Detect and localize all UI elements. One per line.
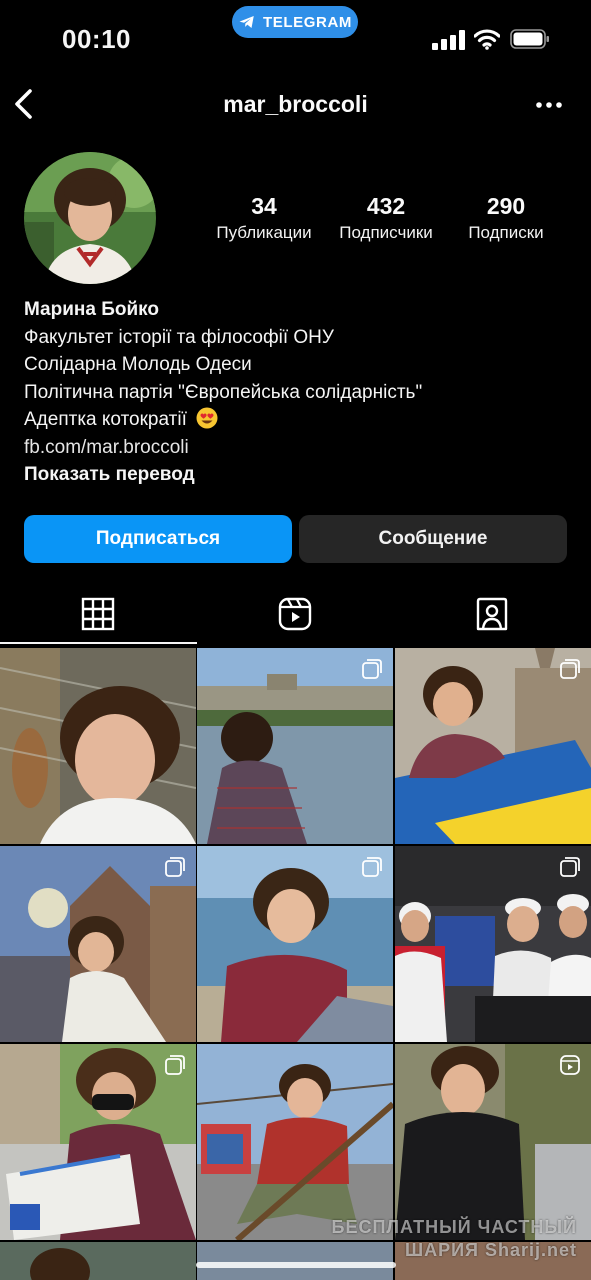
reels-icon[interactable] — [277, 596, 313, 632]
home-indicator[interactable] — [196, 1262, 396, 1268]
post-thumbnail[interactable] — [0, 846, 196, 1042]
battery-icon — [510, 29, 549, 49]
multiple-icon — [362, 659, 382, 679]
multiple-icon — [165, 1055, 185, 1075]
post-thumbnail[interactable] — [395, 846, 591, 1042]
profile-bio: Марина Бойко Факультет історії та філосо… — [24, 296, 574, 489]
reels-icon — [560, 1055, 580, 1075]
telegram-return-pill[interactable]: TELEGRAM — [232, 6, 358, 38]
followers-count-label: Подписчики — [339, 223, 433, 242]
profile-full-name: Марина Бойко — [24, 299, 160, 320]
bio-line: Факультет історії та філософії ОНУ — [24, 326, 334, 348]
profile-tabs — [0, 590, 591, 644]
post-thumbnail[interactable] — [395, 648, 591, 844]
show-translation-link[interactable]: Показать перевод — [24, 461, 574, 489]
posts-count-value: 34 — [251, 193, 277, 219]
profile-stats: 34 Публикации 432 Подписчики 290 Подписк… — [205, 192, 565, 248]
posts-count[interactable]: 34 Публикации — [205, 192, 323, 246]
posts-grid — [0, 648, 591, 1280]
post-thumbnail[interactable] — [0, 648, 196, 844]
more-options-icon[interactable] — [535, 90, 563, 120]
cellular-signal-icon — [432, 30, 465, 50]
status-bar: 00:10 TELEGRAM — [0, 0, 591, 72]
multiple-icon — [560, 659, 580, 679]
followers-count-value: 432 — [366, 193, 406, 219]
followers-count[interactable]: 432 Подписчики — [327, 192, 445, 246]
multiple-icon — [165, 857, 185, 877]
posts-count-label: Публикации — [216, 223, 312, 242]
heart-eyes-emoji-icon — [196, 407, 218, 429]
watermark-line: ШАРИЯ Sharij.net — [405, 1240, 577, 1260]
telegram-pill-label: TELEGRAM — [263, 13, 352, 31]
multiple-icon — [362, 857, 382, 877]
profile-username: mar_broccoli — [223, 91, 368, 117]
clock: 00:10 — [62, 24, 131, 54]
post-thumbnail[interactable] — [395, 1044, 591, 1240]
profile-avatar[interactable] — [24, 152, 156, 284]
following-count-value: 290 — [486, 193, 526, 219]
watermark: БЕСПЛАТНЫЙ ЧАСТНЫЙ ШАРИЯ Sharij.net — [332, 1216, 577, 1262]
following-count-label: Подписки — [468, 223, 544, 242]
profile-website-link[interactable]: fb.com/mar.broccoli — [24, 434, 574, 462]
wifi-icon — [474, 29, 500, 50]
following-count[interactable]: 290 Подписки — [451, 192, 561, 246]
profile-nav-bar: mar_broccoli — [0, 80, 591, 130]
post-thumbnail[interactable] — [197, 846, 393, 1042]
post-thumbnail[interactable] — [0, 1242, 196, 1280]
follow-button[interactable]: Подписаться — [24, 515, 292, 563]
post-thumbnail[interactable] — [0, 1044, 196, 1240]
bio-line-with-emoji: Адептка котократії — [24, 406, 574, 434]
post-thumbnail[interactable] — [197, 648, 393, 844]
avatar-photo — [24, 152, 156, 284]
tagged-icon[interactable] — [474, 596, 510, 632]
watermark-line: БЕСПЛАТНЫЙ ЧАСТНЫЙ — [331, 1217, 577, 1237]
telegram-icon — [239, 16, 254, 28]
multiple-icon — [560, 857, 580, 877]
bio-line: Солідарна Молодь Одеси — [24, 354, 252, 375]
bio-line: Політична партія "Європейська солідарніс… — [24, 381, 423, 403]
active-tab-indicator — [0, 642, 197, 644]
post-thumbnail[interactable] — [197, 1044, 393, 1240]
grid-icon[interactable] — [80, 596, 116, 632]
bio-line: Адептка котократії — [24, 409, 187, 430]
message-button[interactable]: Сообщение — [299, 515, 567, 563]
